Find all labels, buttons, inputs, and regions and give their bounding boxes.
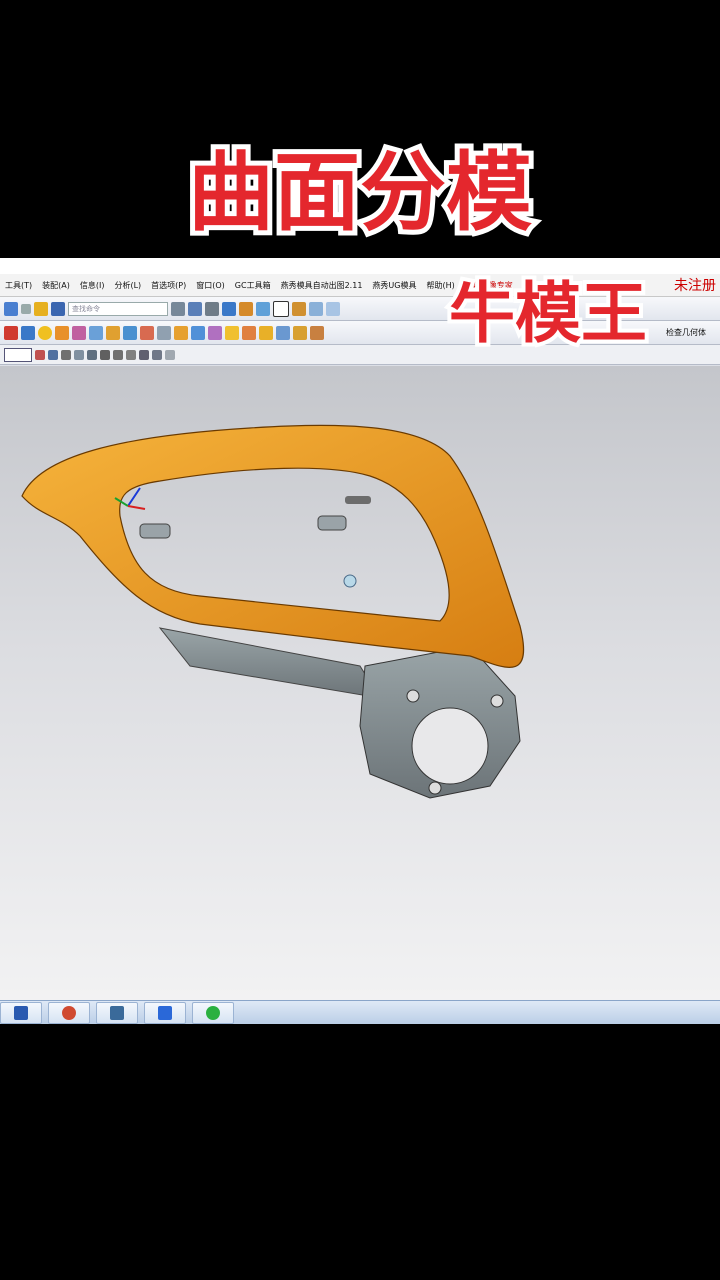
menu-item[interactable]: 燕秀模具自动出图2.11 xyxy=(276,280,368,291)
video-title-text: 曲面分模 xyxy=(188,142,532,243)
offset-face-icon[interactable] xyxy=(276,325,290,340)
menu-item[interactable]: 燕秀UG模具 xyxy=(367,280,421,291)
revolve-icon[interactable] xyxy=(72,325,86,340)
sketch-icon[interactable] xyxy=(4,325,18,340)
unite-icon[interactable] xyxy=(123,325,137,340)
trim-body-icon[interactable] xyxy=(242,325,256,340)
inner-slot xyxy=(345,496,371,504)
hide-icon[interactable] xyxy=(292,301,306,316)
midpoint-icon[interactable] xyxy=(113,349,123,360)
video-title-overlay: 曲面分模 xyxy=(0,130,720,250)
snap-point-icon[interactable] xyxy=(35,349,45,360)
wechat-icon xyxy=(206,1006,220,1020)
quadrant-icon[interactable] xyxy=(152,349,162,360)
endpoint-icon[interactable] xyxy=(100,349,110,360)
fit-view-icon[interactable] xyxy=(188,301,202,316)
info-icon[interactable] xyxy=(51,301,65,316)
orange-frame xyxy=(21,424,525,668)
sphere-icon[interactable] xyxy=(38,325,52,340)
pattern-icon[interactable] xyxy=(293,325,307,340)
taskbar-app-button[interactable] xyxy=(144,1002,186,1024)
wps-icon xyxy=(158,1006,172,1020)
toolbar-extra-icon[interactable] xyxy=(326,301,340,316)
plate-screw-hole xyxy=(406,689,420,703)
menu-item[interactable]: 装配(A) xyxy=(37,280,75,291)
taskbar-app-button[interactable] xyxy=(48,1002,90,1024)
cad-screen: 工具(T) 装配(A) 信息(I) 分析(L) 首选项(P) 窗口(O) GC工… xyxy=(0,258,720,1024)
layer-icon[interactable] xyxy=(239,301,253,316)
video-title-art: 曲面分模 xyxy=(183,137,537,248)
watermark-text: 牛模王 xyxy=(449,274,647,352)
boss-icon[interactable] xyxy=(106,325,120,340)
plate-screw-hole xyxy=(490,694,504,708)
command-search-input[interactable]: 查找命令 xyxy=(68,301,168,316)
box-select-icon[interactable] xyxy=(74,349,84,360)
split-body-icon[interactable] xyxy=(259,325,273,340)
editor-icon xyxy=(110,1006,124,1020)
orient-icon[interactable] xyxy=(256,301,270,316)
redo-icon[interactable] xyxy=(21,303,31,314)
draft-icon[interactable] xyxy=(225,325,239,340)
inner-boss xyxy=(317,515,347,531)
taskbar-app-button[interactable] xyxy=(192,1002,234,1024)
center-icon[interactable] xyxy=(126,349,136,360)
curve-rule-icon[interactable] xyxy=(87,349,97,360)
snap-extra-icon[interactable] xyxy=(165,349,175,360)
registration-label: 未注册 xyxy=(674,278,716,294)
menu-item[interactable]: 首选项(P) xyxy=(146,280,191,291)
show-icon[interactable] xyxy=(309,301,323,316)
plate-screw-hole xyxy=(428,781,442,795)
browser-icon xyxy=(62,1006,76,1020)
search-icon[interactable] xyxy=(171,301,185,316)
menu-item[interactable]: 信息(I) xyxy=(75,280,110,291)
extrude-icon[interactable] xyxy=(55,325,69,340)
select-icon[interactable] xyxy=(48,349,58,360)
hole-icon[interactable] xyxy=(89,325,103,340)
mirror-icon[interactable] xyxy=(310,325,324,340)
part-model xyxy=(21,424,525,799)
watermark-art: 牛模王 xyxy=(445,270,651,356)
block-icon[interactable] xyxy=(21,325,35,340)
view-center-marker xyxy=(343,574,357,588)
menu-item[interactable]: 窗口(O) xyxy=(191,280,230,291)
blend-icon[interactable] xyxy=(174,325,188,340)
undo-icon[interactable] xyxy=(4,301,18,316)
lasso-icon[interactable] xyxy=(61,349,71,360)
graphics-viewport[interactable] xyxy=(0,366,720,1000)
menu-item[interactable]: GC工具箱 xyxy=(230,280,276,291)
intersect-icon[interactable] xyxy=(157,325,171,340)
menu-item[interactable]: 分析(L) xyxy=(109,280,146,291)
taskbar-app-button[interactable] xyxy=(96,1002,138,1024)
plate-big-hole xyxy=(411,707,489,785)
view-cube-icon[interactable] xyxy=(222,301,236,316)
magic-wand-icon[interactable] xyxy=(34,301,48,316)
taskbar-app-button[interactable] xyxy=(0,1002,42,1024)
inner-boss xyxy=(139,523,171,539)
windows-taskbar xyxy=(0,1000,720,1024)
background-color-icon[interactable] xyxy=(273,300,289,317)
check-geometry-label[interactable]: 检查几何体 xyxy=(666,327,720,338)
selection-filter-dropdown[interactable] xyxy=(4,347,32,362)
menu-item[interactable]: 工具(T) xyxy=(0,280,37,291)
chamfer-icon[interactable] xyxy=(191,325,205,340)
render-style-icon[interactable] xyxy=(205,301,219,316)
shell-icon[interactable] xyxy=(208,325,222,340)
intersection-icon[interactable] xyxy=(139,349,149,360)
subtract-icon[interactable] xyxy=(140,325,154,340)
watermark-overlay: 牛模王 xyxy=(428,266,668,356)
shield-icon xyxy=(14,1006,28,1020)
